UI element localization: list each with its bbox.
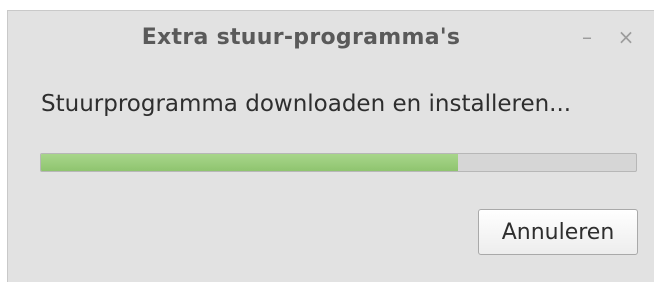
minimize-button[interactable]: – bbox=[575, 25, 599, 49]
status-message: Stuurprogramma downloaden en installeren… bbox=[41, 91, 572, 117]
cancel-button[interactable]: Annuleren bbox=[478, 209, 638, 255]
progress-bar bbox=[40, 153, 637, 172]
minimize-icon: – bbox=[582, 25, 592, 49]
dialog-window: Extra stuur-programma's – × Stuurprogram… bbox=[7, 10, 654, 282]
progress-bar-fill bbox=[41, 154, 458, 171]
close-icon: × bbox=[617, 25, 635, 49]
close-button[interactable]: × bbox=[614, 25, 638, 49]
title-bar[interactable]: Extra stuur-programma's – × bbox=[8, 11, 654, 67]
window-title: Extra stuur-programma's bbox=[141, 25, 461, 50]
